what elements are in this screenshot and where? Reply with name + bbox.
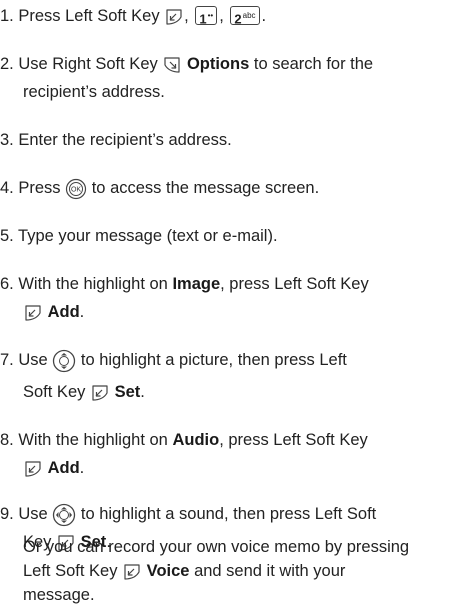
set-label: Set <box>114 383 141 401</box>
right-soft-key-icon <box>162 56 182 74</box>
step-7-text: 7. Use <box>0 351 48 369</box>
step-2-text: 2. Use Right Soft Key <box>0 55 158 73</box>
step-9-note: Or you can record your own voice memo by… <box>23 538 410 604</box>
left-soft-key-icon <box>164 8 184 26</box>
step-3-text: 3. Enter the recipient’s address. <box>0 131 232 149</box>
navigation-4-way-icon <box>52 503 76 527</box>
ok-button-icon: OK <box>65 178 87 200</box>
navigation-up-down-icon <box>52 349 76 373</box>
step-4: 4. Press OK to access the message screen… <box>0 174 446 202</box>
step-3: 3. Enter the recipient’s address. <box>0 126 446 154</box>
left-soft-key-icon <box>23 460 43 478</box>
step-8-text: 8. With the highlight on <box>0 431 168 449</box>
options-label: Options <box>186 55 250 73</box>
step-1: 1. Press Left Soft Key , 1••, 2abc. <box>0 6 267 27</box>
step-6-text: 6. With the highlight on <box>0 275 168 293</box>
step-5-text: 5. Type your message (text or e-mail). <box>0 227 278 245</box>
voice-label: Voice <box>146 562 190 580</box>
step-1-text: 1. Press Left Soft Key <box>0 7 160 25</box>
audio-label: Audio <box>172 431 220 449</box>
svg-text:OK: OK <box>71 186 81 193</box>
step-8: 8. With the highlight on Audio, press Le… <box>0 431 368 478</box>
step-7: 7. Use to highlight a picture, then pres… <box>0 346 446 406</box>
step-6: 6. With the highlight on Image, press Le… <box>0 275 369 322</box>
left-soft-key-icon <box>90 384 110 402</box>
left-soft-key-icon <box>122 563 142 581</box>
add-label: Add <box>47 303 80 321</box>
key-1-icon: 1•• <box>195 6 218 26</box>
step-4-text: 4. Press <box>0 179 61 197</box>
step-5: 5. Type your message (text or e-mail). <box>0 222 446 250</box>
add-label: Add <box>47 459 80 477</box>
step-2: 2. Use Right Soft Key Options to search … <box>0 55 374 101</box>
image-label: Image <box>172 275 221 293</box>
key-2-icon: 2abc <box>230 6 260 26</box>
voice-memo-text: Or you can record your own voice memo by… <box>23 538 410 556</box>
step-9-text: 9. Use <box>0 505 48 523</box>
left-soft-key-icon <box>23 304 43 322</box>
